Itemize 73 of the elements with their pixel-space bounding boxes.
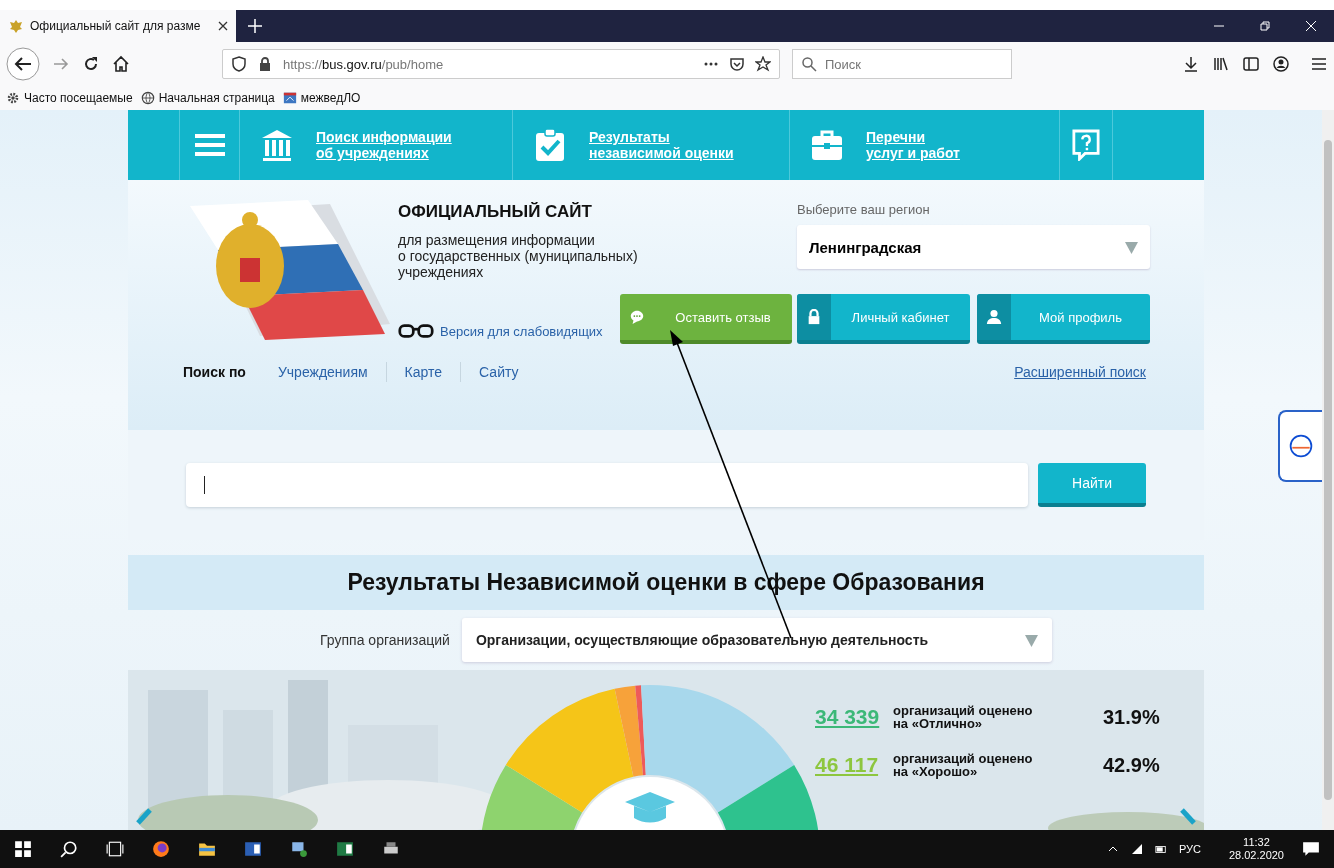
tab-title: Официальный сайт для разме bbox=[30, 19, 202, 33]
advanced-search-link[interactable]: Расширенный поиск bbox=[1014, 364, 1146, 380]
word-icon[interactable] bbox=[244, 840, 262, 858]
bookmark-label: межведЛО bbox=[300, 91, 361, 105]
home-icon[interactable] bbox=[112, 55, 130, 73]
dropdown-icon bbox=[1125, 240, 1138, 254]
gosuslugi-icon bbox=[1288, 433, 1314, 459]
count-description: организаций оценено на «Хорошо» bbox=[893, 752, 1034, 778]
wifi-icon[interactable] bbox=[1130, 843, 1143, 855]
region-select[interactable]: Ленинградская bbox=[797, 225, 1150, 269]
clock-date: 28.02.2020 bbox=[1228, 849, 1284, 862]
lock-icon bbox=[806, 309, 822, 325]
graduation-cap-icon bbox=[625, 792, 675, 823]
search-by-link[interactable]: Карте bbox=[404, 364, 443, 380]
windows-start-icon[interactable] bbox=[14, 840, 32, 858]
library-icon[interactable] bbox=[1212, 55, 1230, 73]
task-view-icon[interactable] bbox=[106, 840, 124, 858]
briefcase-icon bbox=[810, 128, 844, 162]
gear-icon bbox=[6, 91, 20, 105]
shield-icon bbox=[231, 56, 247, 72]
search-by-label: Поиск по bbox=[183, 364, 246, 380]
user-icon bbox=[986, 309, 1002, 325]
excel-icon[interactable] bbox=[336, 840, 354, 858]
glasses-icon bbox=[398, 323, 434, 339]
language-indicator[interactable]: РУС bbox=[1178, 843, 1201, 855]
site-title: ОФИЦИАЛЬНЫЙ САЙТ bbox=[398, 202, 593, 222]
star-icon[interactable] bbox=[755, 56, 771, 72]
lock-icon bbox=[257, 56, 273, 72]
bank-icon bbox=[260, 128, 294, 162]
search-field[interactable]: Поиск bbox=[792, 49, 1012, 79]
site-subtitle: для размещения информации о государственных (муниципальных) учреждениях bbox=[398, 232, 639, 280]
flag-icon bbox=[282, 91, 297, 105]
search-input[interactable] bbox=[186, 463, 1028, 507]
close-icon[interactable] bbox=[218, 21, 228, 31]
percent-value: 42.9% bbox=[1103, 753, 1160, 777]
battery-icon[interactable] bbox=[1154, 843, 1167, 855]
reload-icon[interactable] bbox=[82, 55, 100, 73]
globe-icon bbox=[140, 91, 155, 105]
count-description: организаций оценено на «Отлично» bbox=[893, 704, 1034, 730]
group-label: Группа организаций bbox=[320, 632, 450, 648]
browser-tab[interactable]: Официальный сайт для разме bbox=[0, 10, 236, 42]
search-icon[interactable] bbox=[60, 840, 78, 858]
low-vision-link[interactable]: Версия для слабовидящих bbox=[398, 322, 614, 340]
account-icon[interactable] bbox=[1272, 55, 1290, 73]
search-input[interactable]: Поиск bbox=[823, 55, 987, 73]
menu-icon[interactable] bbox=[1310, 55, 1328, 73]
pocket-icon[interactable] bbox=[729, 56, 745, 72]
download-icon[interactable] bbox=[1182, 55, 1200, 73]
dropdown-icon bbox=[1024, 633, 1038, 647]
group-select[interactable]: Организации, осуществляющие образовательную деятельность bbox=[461, 618, 1052, 662]
address-bar[interactable]: https://bus.gov.ru/pub/home bbox=[222, 49, 780, 79]
eagle-icon bbox=[8, 18, 24, 34]
back-icon[interactable] bbox=[6, 47, 40, 81]
bookmark-label: Часто посещаемые bbox=[24, 91, 133, 105]
restore-icon[interactable] bbox=[1259, 20, 1271, 32]
bookmark-label: Начальная страница bbox=[158, 91, 275, 105]
search-icon bbox=[801, 56, 817, 72]
chat-icon bbox=[629, 309, 645, 325]
folder-icon[interactable] bbox=[198, 840, 216, 858]
notification-icon[interactable] bbox=[1302, 840, 1320, 858]
clipboard-check-icon bbox=[533, 128, 567, 162]
url-text: https://bus.gov.ru/pub/home bbox=[283, 56, 444, 72]
scrollbar-thumb[interactable] bbox=[1324, 140, 1332, 800]
sidebar-icon[interactable] bbox=[1242, 55, 1260, 73]
computer-icon[interactable] bbox=[290, 840, 308, 858]
percent-value: 31.9% bbox=[1103, 705, 1160, 729]
region-label: Выберите ваш регион bbox=[797, 202, 931, 217]
search-by-link[interactable]: Сайту bbox=[479, 364, 519, 380]
firefox-icon[interactable] bbox=[152, 840, 170, 858]
new-tab-icon[interactable] bbox=[248, 19, 262, 33]
clock-time: 11:32 bbox=[1243, 836, 1270, 849]
gosuslugi-widget[interactable] bbox=[1278, 410, 1322, 482]
search-by-link[interactable]: Учреждениям bbox=[277, 364, 368, 380]
